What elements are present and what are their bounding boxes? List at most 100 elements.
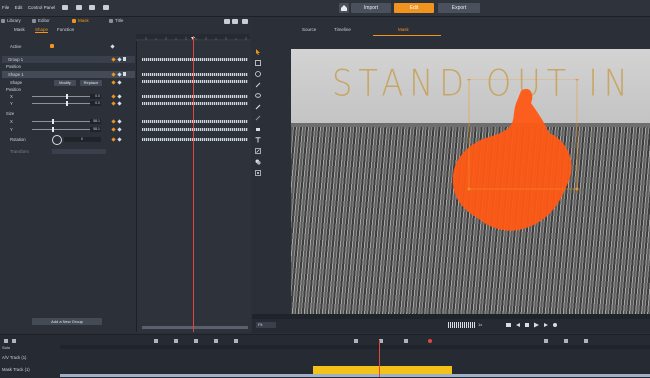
menu-edit[interactable]: Edit (15, 5, 23, 10)
stop-icon[interactable] (525, 323, 529, 327)
keyframe-track[interactable] (142, 102, 248, 105)
keyframe-track[interactable] (142, 128, 248, 131)
position-y-value[interactable]: 0.0 (90, 101, 101, 106)
video-preview[interactable]: STAND OUT IN YOUR FI (291, 49, 650, 314)
tab-mask[interactable]: Mask (72, 18, 89, 23)
position-x-kf-icon[interactable] (111, 94, 116, 99)
position-x-value[interactable]: 0.0 (90, 94, 101, 99)
size-x-knob[interactable] (52, 119, 54, 124)
size-y-value[interactable]: 58.1 (90, 127, 101, 132)
text-tool-icon[interactable] (255, 137, 261, 143)
loop-icon[interactable] (506, 323, 511, 327)
size-x-kf-icon[interactable] (111, 119, 116, 124)
active-toggle-icon[interactable] (50, 44, 54, 48)
tool-color-icon[interactable] (234, 339, 238, 343)
eraser-tool-icon[interactable] (255, 126, 261, 132)
rotation-kf-icon[interactable] (111, 137, 116, 142)
position-x-slider[interactable] (32, 96, 92, 97)
undo-icon[interactable] (75, 5, 82, 11)
ellipse-tool-icon[interactable] (255, 71, 261, 77)
next-frame-icon[interactable] (544, 323, 548, 327)
tool-zoom-out-icon[interactable] (564, 339, 568, 343)
mask-clip[interactable] (313, 366, 452, 374)
position-y-kf-icon[interactable] (111, 101, 116, 106)
import-button[interactable]: Import (351, 3, 391, 13)
shape-visible-icon[interactable] (117, 72, 122, 77)
edit-shape-icon[interactable] (255, 148, 261, 154)
size-x-slider[interactable] (32, 121, 92, 122)
position-y-knob[interactable] (66, 101, 68, 106)
prev-frame-icon[interactable] (516, 323, 520, 327)
save-icon[interactable] (62, 5, 69, 11)
export-button[interactable]: Export (438, 3, 480, 13)
subtab-mask[interactable]: Mask (14, 27, 25, 32)
keyframe-track[interactable] (142, 73, 248, 76)
rotation-kf-next-icon[interactable] (117, 137, 122, 142)
keyframe-playhead[interactable] (193, 36, 194, 332)
rectangle-tool-icon[interactable] (255, 60, 261, 66)
tool-effects-icon[interactable] (214, 339, 218, 343)
size-x-value[interactable]: 58.1 (90, 119, 101, 124)
home-button[interactable] (339, 3, 349, 13)
group-visible-icon[interactable] (117, 57, 122, 62)
edit-button[interactable]: Edit (394, 3, 434, 13)
shape-kf-next-icon[interactable] (117, 80, 122, 85)
group-row[interactable]: Group 1 (2, 56, 135, 63)
settings-icon[interactable] (102, 5, 109, 11)
timeline-ruler-main[interactable] (60, 345, 650, 349)
transform-select[interactable] (52, 149, 106, 154)
position-section[interactable]: Position (2, 86, 135, 93)
cloud-icon[interactable] (89, 5, 96, 11)
add-group-button[interactable]: Add a New Group (32, 318, 102, 325)
group-delete-icon[interactable] (123, 57, 126, 61)
size-y-knob[interactable] (52, 127, 54, 132)
tool-out-point-icon[interactable] (404, 339, 408, 343)
mask-track-label[interactable]: Mask Track (1) (2, 367, 62, 372)
tool-audio-icon[interactable] (194, 339, 198, 343)
keyframe-icon[interactable] (110, 44, 115, 49)
keyframe-track[interactable] (142, 138, 248, 141)
mask-overlay-shape[interactable] (439, 79, 579, 239)
viewer-scrubber[interactable] (252, 314, 650, 319)
fit-dropdown[interactable]: Fit (256, 322, 276, 328)
av-track-label[interactable]: A/V Track (1) (2, 355, 62, 360)
jog-wheel[interactable] (448, 322, 476, 328)
play-icon[interactable] (534, 322, 539, 328)
group-position-row[interactable]: Position (2, 63, 135, 70)
main-playhead[interactable] (379, 340, 380, 377)
size-section[interactable]: Size (2, 110, 135, 117)
combine-shapes-icon[interactable] (255, 159, 261, 165)
tab-timeline[interactable]: Timeline (334, 27, 351, 32)
pen-tool-icon[interactable] (255, 82, 261, 88)
keyframe-track[interactable] (142, 95, 248, 98)
tab-mask-view[interactable]: Mask (398, 27, 409, 32)
brush-tool-icon[interactable] (255, 104, 261, 110)
tool-zoom-in-icon[interactable] (584, 339, 588, 343)
lasso-tool-icon[interactable] (255, 93, 261, 99)
rotation-value[interactable]: 0 (64, 137, 101, 142)
tool-record-icon[interactable] (428, 339, 432, 343)
size-x-kf-next-icon[interactable] (117, 119, 122, 124)
tool-razor-icon[interactable] (12, 339, 16, 343)
speed-select[interactable]: 1x (478, 322, 488, 328)
close-panel-icon[interactable] (242, 19, 248, 24)
shape-delete-icon[interactable] (123, 72, 126, 76)
tab-title[interactable]: Title (109, 18, 123, 23)
keyframe-track[interactable] (142, 58, 248, 61)
shape-kf-icon[interactable] (111, 80, 116, 85)
menu-control-panel[interactable]: Control Panel (28, 5, 55, 10)
record-icon[interactable] (553, 323, 557, 327)
tool-fit-icon[interactable] (544, 339, 548, 343)
maximize-icon[interactable] (232, 19, 238, 24)
size-y-kf-icon[interactable] (111, 127, 116, 132)
size-y-kf-next-icon[interactable] (117, 127, 122, 132)
position-y-kf-next-icon[interactable] (117, 101, 122, 106)
tool-select-icon[interactable] (4, 339, 8, 343)
keyframe-track[interactable] (142, 120, 248, 123)
tab-library[interactable]: Library (1, 18, 21, 23)
position-x-kf-next-icon[interactable] (117, 94, 122, 99)
shape-row[interactable]: Shape 1 (2, 71, 135, 78)
pin-icon[interactable] (224, 19, 230, 24)
shape-keyframe-icon[interactable] (111, 72, 116, 77)
keyframe-track[interactable] (142, 80, 248, 83)
